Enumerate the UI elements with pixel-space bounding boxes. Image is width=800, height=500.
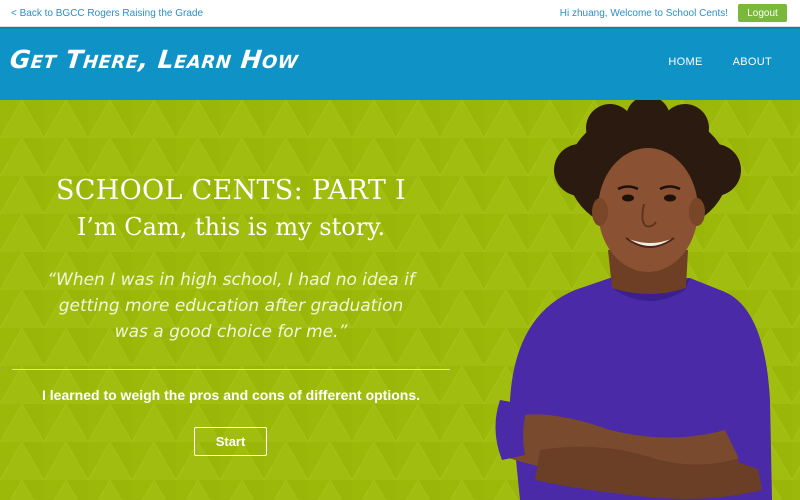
brand-logo[interactable]: Get There, Learn How <box>8 45 299 74</box>
site-header: Get There, Learn How HOME ABOUT <box>0 27 800 100</box>
page-title: SCHOOL CENTS: PART I <box>56 175 406 206</box>
quote-line: getting more education after graduation <box>58 296 404 316</box>
page-subtitle: I’m Cam, this is my story. <box>76 213 386 241</box>
start-button[interactable]: Start <box>194 427 267 456</box>
divider <box>12 369 450 370</box>
story-quote: “When I was in high school, I had no ide… <box>40 267 422 345</box>
main-nav: HOME ABOUT <box>668 56 772 68</box>
nav-home[interactable]: HOME <box>668 56 702 68</box>
quote-line: “When I was in high school, I had no ide… <box>47 270 415 290</box>
student-portrait <box>495 100 772 500</box>
welcome-message: Hi zhuang, Welcome to School Cents! <box>559 8 728 19</box>
nav-about[interactable]: ABOUT <box>733 56 772 68</box>
quote-line: was a good choice for me.” <box>114 322 348 342</box>
top-bar: < Back to BGCC Rogers Raising the Grade … <box>0 0 800 27</box>
logout-button[interactable]: Logout <box>738 4 787 22</box>
lesson-text: I learned to weigh the pros and cons of … <box>41 387 421 403</box>
hero-banner: SCHOOL CENTS: PART I I’m Cam, this is my… <box>0 100 800 500</box>
back-link[interactable]: < Back to BGCC Rogers Raising the Grade <box>11 8 203 19</box>
